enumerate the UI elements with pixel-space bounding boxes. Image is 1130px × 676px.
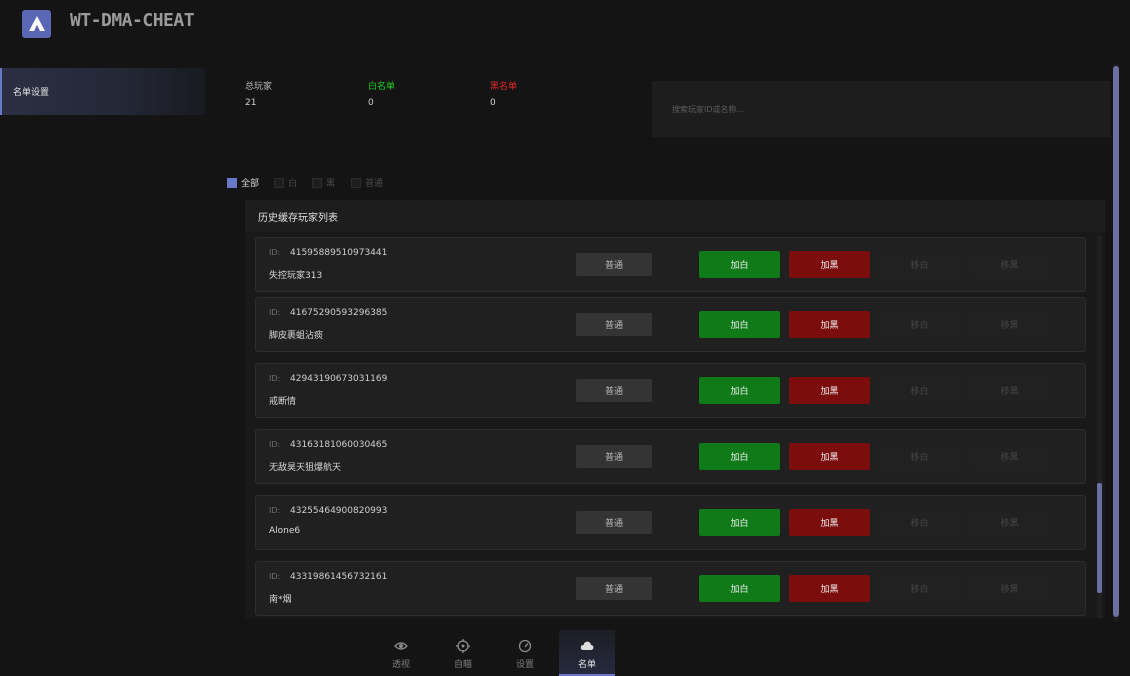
nav-tab-aim[interactable]: 自瞄 — [435, 630, 491, 676]
filter-all[interactable]: 全部 — [227, 176, 259, 189]
cloud-icon — [580, 641, 594, 650]
stat-white-value: 0 — [368, 98, 374, 108]
filter-all-checkbox[interactable] — [227, 177, 237, 188]
player-name: 戒断情 — [269, 397, 297, 407]
app-title: WT-DMA-CHEAT — [70, 10, 195, 31]
search-input[interactable] — [672, 101, 1072, 117]
gauge-icon — [518, 639, 532, 653]
remove-black-button[interactable]: 移黑 — [969, 509, 1050, 536]
normal-button[interactable]: 普通 — [576, 379, 652, 402]
normal-button[interactable]: 普通 — [576, 511, 652, 534]
stat-white-label: 白名单 — [368, 82, 396, 92]
nav-tab-settings[interactable]: 设置 — [497, 630, 553, 676]
normal-button[interactable]: 普通 — [576, 253, 652, 276]
add-black-button[interactable]: 加黑 — [789, 575, 870, 602]
normal-button[interactable]: 普通 — [576, 313, 652, 336]
add-black-button[interactable]: 加黑 — [789, 251, 870, 278]
add-black-button[interactable]: 加黑 — [789, 443, 870, 470]
player-id: 41675290593296385 — [290, 308, 388, 318]
sidebar-item-list-settings[interactable]: 名单设置 — [0, 68, 205, 115]
remove-black-button[interactable]: 移黑 — [969, 443, 1050, 470]
player-row: ID: 43255464900820993 Alone6 普通 加白 加黑 移白… — [255, 495, 1086, 550]
add-black-button[interactable]: 加黑 — [789, 311, 870, 338]
id-label: ID: — [269, 572, 281, 581]
player-id: 42943190673031169 — [290, 374, 388, 384]
sidebar-item-label: 名单设置 — [13, 88, 50, 98]
logo-icon — [28, 16, 45, 31]
app-window: WT-DMA-CHEAT 名单设置 总玩家 21 白名单 0 黑名单 0 全部 … — [0, 0, 1130, 676]
remove-black-button[interactable]: 移黑 — [969, 575, 1050, 602]
search-box — [652, 81, 1110, 137]
nav-tab-label: 设置 — [515, 660, 534, 670]
eye-icon — [394, 642, 408, 650]
filter-black[interactable]: 黑 — [312, 176, 335, 189]
logo — [22, 10, 51, 38]
nav-tab-label: 自瞄 — [453, 660, 472, 670]
filter-normal[interactable]: 普通 — [351, 176, 383, 189]
nav-tab-label: 透视 — [391, 660, 410, 670]
filter-all-label: 全部 — [241, 179, 260, 189]
filter-normal-label: 普通 — [365, 179, 384, 189]
nav-tab-esp[interactable]: 透视 — [373, 630, 429, 676]
player-name: 无敌昊天狙爆航天 — [269, 463, 342, 473]
player-row: ID: 43163181060030465 无敌昊天狙爆航天 普通 加白 加黑 … — [255, 429, 1086, 484]
player-id: 43163181060030465 — [290, 440, 388, 450]
normal-button[interactable]: 普通 — [576, 577, 652, 600]
add-white-button[interactable]: 加白 — [699, 377, 780, 404]
player-row: ID: 41595889510973441 失控玩家313 普通 加白 加黑 移… — [255, 237, 1086, 292]
filter-black-label: 黑 — [326, 179, 336, 189]
remove-black-button[interactable]: 移黑 — [969, 311, 1050, 338]
list-title: 历史缓存玩家列表 — [245, 200, 1105, 232]
page-scrollbar-thumb[interactable] — [1113, 66, 1119, 617]
stat-black-value: 0 — [490, 98, 496, 108]
player-row: ID: 41675290593296385 脚皮裹蛆沾痰 普通 加白 加黑 移白… — [255, 297, 1086, 352]
filter-normal-checkbox[interactable] — [351, 177, 361, 188]
remove-white-button[interactable]: 移白 — [879, 311, 960, 338]
filter-white[interactable]: 白 — [274, 176, 297, 189]
nav-tab-list[interactable]: 名单 — [559, 630, 615, 676]
id-label: ID: — [269, 308, 281, 317]
id-label: ID: — [269, 248, 281, 257]
list-scrollbar-thumb[interactable] — [1097, 483, 1102, 593]
normal-button[interactable]: 普通 — [576, 445, 652, 468]
remove-white-button[interactable]: 移白 — [879, 251, 960, 278]
player-id: 43319861456732161 — [290, 572, 388, 582]
add-white-button[interactable]: 加白 — [699, 575, 780, 602]
player-id: 43255464900820993 — [290, 506, 388, 516]
add-white-button[interactable]: 加白 — [699, 311, 780, 338]
id-label: ID: — [269, 374, 281, 383]
filter-black-checkbox[interactable] — [312, 177, 322, 188]
crosshair-icon — [456, 639, 470, 653]
player-list[interactable]: ID: 41595889510973441 失控玩家313 普通 加白 加黑 移… — [245, 232, 1105, 618]
add-black-button[interactable]: 加黑 — [789, 509, 870, 536]
remove-white-button[interactable]: 移白 — [879, 509, 960, 536]
player-name: 失控玩家313 — [269, 271, 323, 281]
stat-total-label: 总玩家 — [245, 82, 273, 92]
add-black-button[interactable]: 加黑 — [789, 377, 870, 404]
id-label: ID: — [269, 506, 281, 515]
player-name: 南*烟 — [269, 595, 292, 605]
remove-white-button[interactable]: 移白 — [879, 575, 960, 602]
player-id: 41595889510973441 — [290, 248, 388, 258]
player-name: 脚皮裹蛆沾痰 — [269, 331, 324, 341]
player-row: ID: 43319861456732161 南*烟 普通 加白 加黑 移白 移黑 — [255, 561, 1086, 616]
add-white-button[interactable]: 加白 — [699, 443, 780, 470]
remove-black-button[interactable]: 移黑 — [969, 377, 1050, 404]
add-white-button[interactable]: 加白 — [699, 509, 780, 536]
nav-tab-label: 名单 — [577, 660, 596, 670]
stat-total-value: 21 — [245, 98, 257, 108]
id-label: ID: — [269, 440, 281, 449]
stat-black-label: 黑名单 — [490, 82, 518, 92]
remove-black-button[interactable]: 移黑 — [969, 251, 1050, 278]
player-row: ID: 42943190673031169 戒断情 普通 加白 加黑 移白 移黑 — [255, 363, 1086, 418]
add-white-button[interactable]: 加白 — [699, 251, 780, 278]
remove-white-button[interactable]: 移白 — [879, 377, 960, 404]
filter-white-label: 白 — [288, 179, 298, 189]
player-name: Alone6 — [269, 526, 301, 536]
bottom-nav: 透视 自瞄 设置 名单 — [373, 630, 621, 676]
remove-white-button[interactable]: 移白 — [879, 443, 960, 470]
filter-white-checkbox[interactable] — [274, 177, 284, 188]
